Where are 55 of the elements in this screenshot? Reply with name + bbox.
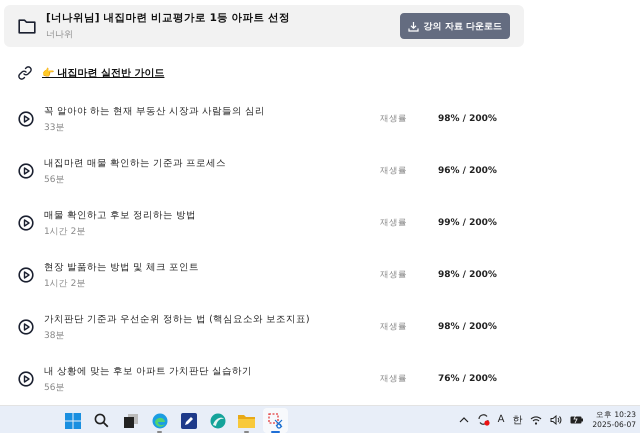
running-indicator (157, 431, 162, 433)
input-mode-indicator[interactable]: A (498, 414, 504, 425)
sync-icon[interactable] (476, 413, 490, 426)
task-view-icon[interactable] (124, 414, 138, 428)
lecture-title[interactable]: 현장 발품하는 방법 및 체크 포인트 (44, 260, 380, 274)
swirl-app-icon[interactable] (210, 412, 226, 428)
course-title: [너나위님] 내집마련 비교평가로 1등 아파트 선정 (46, 11, 292, 25)
course-author: 너나위 (46, 29, 74, 41)
lecture-duration: 56분 (44, 382, 66, 394)
progress-value: 76% / 200% (438, 374, 497, 384)
progress-label: 재생률 (380, 321, 408, 333)
progress-value: 96% / 200% (438, 166, 497, 176)
lecture-duration: 56분 (44, 174, 66, 186)
running-indicator (271, 431, 280, 433)
taskbar-app-active[interactable] (263, 408, 288, 433)
progress-value: 98% / 200% (438, 322, 497, 332)
play-icon[interactable] (18, 215, 34, 231)
ime-indicator[interactable]: 한 (512, 412, 522, 426)
play-icon[interactable] (18, 267, 34, 283)
play-icon[interactable] (18, 111, 34, 127)
pen-app-icon[interactable] (180, 412, 196, 428)
progress-label: 재생률 (380, 217, 408, 229)
browser-icon[interactable] (152, 412, 168, 428)
progress-label: 재생률 (380, 165, 408, 177)
search-icon[interactable] (94, 413, 109, 428)
running-indicator (244, 431, 249, 433)
lecture-duration: 38분 (44, 330, 66, 342)
wifi-icon[interactable] (530, 414, 542, 424)
play-icon[interactable] (18, 371, 34, 387)
progress-label: 재생률 (380, 373, 408, 385)
link-icon (18, 66, 32, 80)
play-icon[interactable] (18, 319, 34, 335)
download-button[interactable]: 강의 자료 다운로드 (400, 13, 510, 39)
volume-icon[interactable] (550, 414, 562, 424)
lecture-title[interactable]: 내 상황에 맞는 후보 아파트 가치판단 실습하기 (44, 364, 380, 378)
progress-label: 재생률 (380, 269, 408, 281)
progress-value: 99% / 200% (438, 218, 497, 228)
lecture-duration: 1시간 2분 (44, 226, 86, 238)
battery-icon[interactable] (570, 415, 584, 424)
download-icon (408, 20, 419, 32)
lecture-title[interactable]: 꼭 알아야 하는 현재 부동산 시장과 사람들의 심리 (44, 104, 380, 118)
lecture-duration: 33분 (44, 122, 66, 134)
progress-value: 98% / 200% (438, 114, 497, 124)
progress-value: 98% / 200% (438, 270, 497, 280)
folder-icon (18, 18, 36, 34)
play-icon[interactable] (18, 163, 34, 179)
lecture-duration: 1시간 2분 (44, 278, 86, 290)
guide-link[interactable]: 👉 내집마련 실전반 가이드 (42, 66, 164, 80)
lecture-title[interactable]: 내집마련 매물 확인하는 기준과 프로세스 (44, 156, 380, 170)
snipping-tool-icon[interactable] (268, 412, 284, 428)
lecture-title[interactable]: 가치판단 기준과 우선순위 정하는 법 (핵심요소와 보조지표) (44, 312, 380, 326)
lecture-title[interactable]: 매물 확인하고 후보 정리하는 방법 (44, 208, 380, 222)
chevron-up-icon[interactable] (458, 416, 469, 424)
progress-label: 재생률 (380, 113, 408, 125)
windows-logo-icon[interactable] (64, 412, 80, 428)
